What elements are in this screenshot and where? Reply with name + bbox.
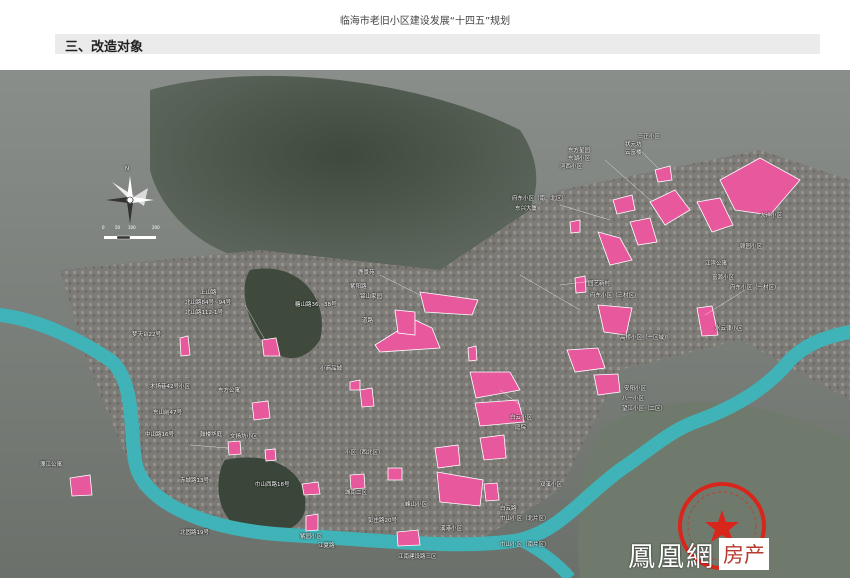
map-label: 高桥小区（一区域） xyxy=(620,335,670,341)
map-label: 东湖小区 xyxy=(568,156,591,162)
map-label: 白云小区 xyxy=(510,415,533,421)
map-label: 江夏路 xyxy=(318,543,335,549)
area-dongfang-gong xyxy=(251,400,271,421)
map-label: 中山路16号 xyxy=(145,432,174,438)
map-label: 锦山家园 xyxy=(360,294,383,300)
area-zhongshan xyxy=(301,481,321,496)
map-label: 彭庄路20号 xyxy=(368,518,397,524)
north-label: N xyxy=(125,166,130,172)
map-label: 安阳小区 xyxy=(624,386,647,392)
area-baiyun-2 xyxy=(479,434,507,461)
map-label: 上山路 xyxy=(200,290,217,296)
map-label: 北山路112-1号 xyxy=(185,310,223,316)
area-hexi xyxy=(574,275,587,294)
map-label: 巾山小区（南片区） xyxy=(500,542,550,548)
map-label: 双溪小区 xyxy=(540,482,563,488)
scale-bar xyxy=(104,235,156,240)
map-label: 梦天台22号 xyxy=(132,332,161,338)
area-mengtian xyxy=(179,335,191,357)
map-label: 望江小区（二区） xyxy=(622,406,667,412)
map-label: 庭院 xyxy=(515,425,527,431)
map-label: 府东小区（一村区） xyxy=(730,285,780,291)
map-label: 城南二区 xyxy=(345,490,368,496)
map-label: 东山前47号 xyxy=(153,410,182,416)
map-label: 北固路19号 xyxy=(180,530,209,536)
map-label: 小商品城 xyxy=(320,366,343,372)
area-zhuangqian xyxy=(349,379,361,391)
map-label: 木场巷42号小区 xyxy=(150,384,190,390)
map-label: 文扬坊小区 xyxy=(230,434,258,440)
watermark-logo-text: 鳳凰網 xyxy=(628,541,715,573)
area-dongshan xyxy=(467,345,478,362)
map-label: 巾山西路18号 xyxy=(255,482,290,488)
map-label: 八一小区 xyxy=(622,396,645,402)
north-arrow-icon xyxy=(106,176,154,224)
scale-label-200: 200 xyxy=(152,225,160,230)
area-chicheng xyxy=(349,473,366,490)
map-label: 鹿景苑 xyxy=(358,270,375,276)
area-fengshan xyxy=(569,219,581,234)
section-header-bar: 三、改造对象 xyxy=(55,34,820,55)
section-title: 三、改造对象 xyxy=(65,40,144,55)
map-label: 府东小区（三村区） xyxy=(590,293,640,299)
map-label: 峰山小区 xyxy=(405,502,428,508)
map-label: 糖山路36、38号 xyxy=(295,302,337,308)
scale-label-50: 50 xyxy=(115,225,121,230)
area-jinshan xyxy=(394,309,416,336)
map-label: 道路 xyxy=(362,318,374,324)
document-title: 临海市老旧小区建设发展“十四五”规划 xyxy=(339,16,511,27)
map-label: 水云律小区 xyxy=(715,326,743,332)
map-label: 三正小区 xyxy=(638,134,661,140)
map-label: 江南建设路三区 xyxy=(398,554,437,560)
area-jiangnan xyxy=(396,529,421,547)
scale-label-0: 0 xyxy=(102,225,105,230)
map-label: 江滨公寓 xyxy=(705,261,728,267)
map-label: 紫园小区 xyxy=(300,534,323,540)
map-label: 小区（西北区） xyxy=(345,450,384,456)
area-xiaoshang xyxy=(359,387,375,408)
watermark-tag: 房产 xyxy=(719,538,769,570)
map-label: 鼓楼华庭 xyxy=(200,432,223,438)
map-label: 河西小区 xyxy=(560,164,583,170)
map-label: 云富楼 xyxy=(625,150,642,156)
watermark: 鳳凰網 房产 xyxy=(628,536,769,573)
map-label: 白云路 xyxy=(500,506,517,512)
area-wangjiang-2 xyxy=(474,399,525,427)
aerial-map[interactable]: N 0 50 100 200 状元坊 东湖小区 三正小区 云富楼 东方星园 河西… xyxy=(0,70,850,578)
area-lingjiang xyxy=(69,474,93,497)
map-label: 紫阳路 xyxy=(350,284,367,290)
scale-label-100: 100 xyxy=(128,225,136,230)
area-baiyun-4 xyxy=(483,482,500,502)
map-label: 赣园小区 xyxy=(740,244,763,250)
map-label: 溧江公寓 xyxy=(40,462,63,468)
area-bayi xyxy=(593,373,621,396)
map-label: 巾山小区（北片区） xyxy=(500,516,550,522)
map-label: 大洋小区 xyxy=(760,213,783,219)
area-wenjiang xyxy=(264,448,277,462)
area-baiyun-1 xyxy=(434,444,461,469)
map-label: 富源小区 xyxy=(712,275,735,281)
map-label: 东方星园 xyxy=(568,148,591,154)
area-ziyuan xyxy=(305,513,319,532)
map-label: 赤城路13号 xyxy=(180,478,209,484)
map-label: 东兴大厦 xyxy=(515,206,538,212)
area-beigu xyxy=(387,467,403,481)
map-label: 北山路84号~94号 xyxy=(185,300,232,306)
map-label: 溪港小区 xyxy=(440,526,463,532)
map-label: 状元坊 xyxy=(625,142,642,148)
map-label: 园艺新村 xyxy=(588,281,611,287)
map-label: 府东小区（南、北区） xyxy=(512,196,568,202)
area-gulou xyxy=(227,440,242,456)
map-label: 东方公寓 xyxy=(218,388,241,394)
